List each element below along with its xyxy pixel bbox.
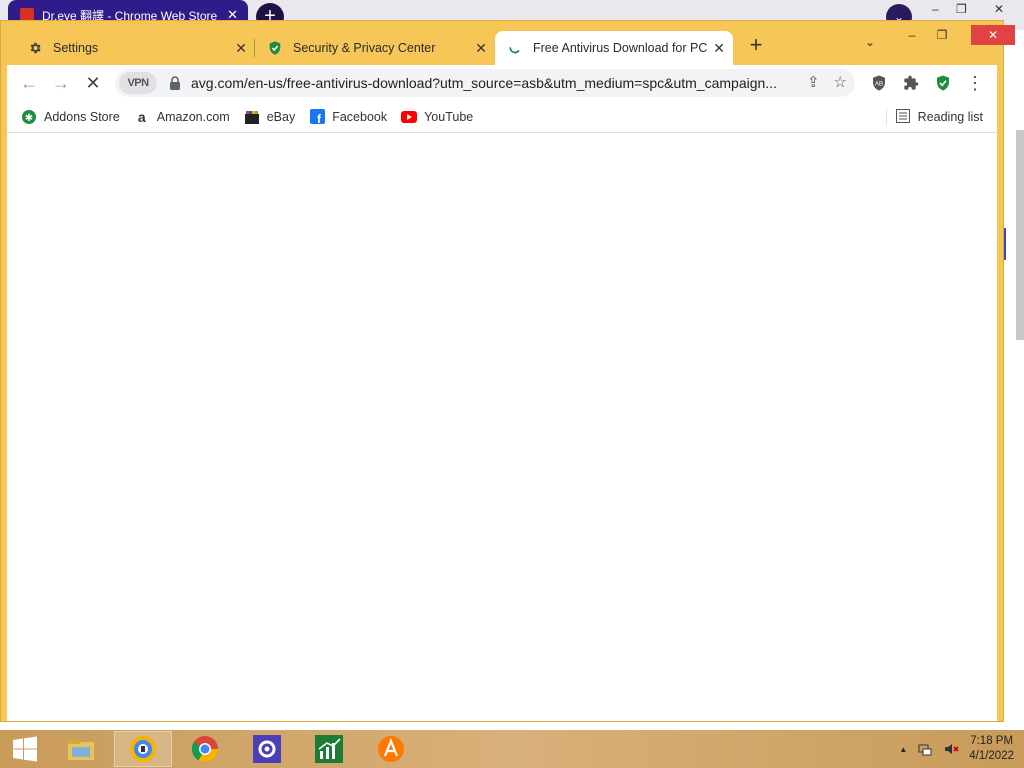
adblock-extension-icon[interactable]: AB [869, 73, 889, 93]
addons-store-icon: ✱ [21, 109, 37, 125]
facebook-icon: f [309, 109, 325, 125]
start-button[interactable] [0, 731, 50, 767]
bookmark-youtube[interactable]: YouTube [401, 109, 473, 125]
network-icon[interactable] [917, 741, 933, 757]
share-icon[interactable]: ⇪ [807, 73, 820, 91]
chrome-icon [191, 736, 219, 763]
tab-close-icon[interactable]: ✕ [713, 40, 725, 57]
window-controls: – ❐ ✕ [897, 25, 1015, 45]
folder-icon [68, 739, 94, 760]
tabstrip: Settings ✕ Security & Privacy Center ✕ F… [1, 21, 1015, 65]
ebay-icon [244, 109, 260, 125]
background-minimize-button[interactable]: – [932, 2, 939, 16]
avast-taskbar-button[interactable] [362, 731, 420, 767]
tab-close-icon[interactable]: ✕ [475, 40, 487, 57]
shield-check-icon [267, 40, 283, 56]
clock-time: 7:18 PM [970, 735, 1014, 747]
stocks-taskbar-button[interactable] [300, 731, 358, 767]
loading-spinner-icon [507, 40, 523, 56]
background-close-button[interactable]: ✕ [994, 2, 1004, 16]
tab-close-icon[interactable]: ✕ [235, 40, 247, 57]
bookmark-label: Facebook [332, 109, 388, 124]
gear-icon [27, 40, 43, 56]
tab-title: Settings [53, 41, 99, 55]
back-button[interactable]: ← [13, 67, 45, 99]
chrome-window: Settings ✕ Security & Privacy Center ✕ F… [0, 20, 1015, 722]
bookmark-facebook[interactable]: f Facebook [309, 109, 387, 125]
tab-title: Free Antivirus Download for PC | [533, 41, 711, 55]
settings-taskbar-button[interactable] [238, 731, 296, 767]
chart-app-icon [315, 735, 343, 763]
svg-text:✱: ✱ [25, 113, 33, 124]
close-button[interactable]: ✕ [971, 25, 1015, 45]
reading-list-button[interactable]: Reading list [885, 101, 983, 133]
windows-logo-icon [13, 736, 37, 762]
bookmark-addons-store[interactable]: ✱ Addons Store [21, 109, 120, 125]
address-bar[interactable]: VPN avg.com/en-us/free-antivirus-downloa… [115, 69, 855, 97]
background-scrollbar[interactable] [1016, 130, 1024, 340]
amazon-icon: a [137, 108, 146, 125]
tab-title: Security & Privacy Center [293, 41, 436, 55]
tab-search-button[interactable]: ⌄ [865, 35, 875, 49]
reading-list-label: Reading list [917, 110, 983, 124]
secure-browser-icon [130, 736, 156, 762]
tab-settings[interactable]: Settings ✕ [15, 31, 255, 65]
clock-date: 4/1/2022 [969, 750, 1014, 762]
forward-button[interactable]: → [45, 67, 77, 99]
page-content [7, 133, 997, 721]
chrome-taskbar-button[interactable] [176, 731, 234, 767]
restore-button[interactable]: ❐ [927, 25, 957, 45]
bookmarks-bar: ✱ Addons Store a Amazon.com eBay f Faceb… [7, 101, 997, 133]
reading-list-icon [895, 108, 910, 126]
url-text[interactable]: avg.com/en-us/free-antivirus-download?ut… [191, 75, 791, 91]
svg-text:AB: AB [875, 81, 883, 87]
bookmark-star-icon[interactable]: ☆ [834, 73, 847, 91]
vpn-button[interactable]: VPN [119, 72, 157, 94]
omnibox-actions: ⇪ ☆ [807, 73, 847, 91]
minimize-button[interactable]: – [897, 25, 927, 45]
tab-security-privacy-center[interactable]: Security & Privacy Center ✕ [255, 31, 495, 65]
volume-muted-icon[interactable] [943, 741, 959, 757]
stop-loading-button[interactable]: ✕ [77, 67, 109, 99]
youtube-icon [401, 109, 418, 125]
toolbar: ← → ✕ VPN avg.com/en-us/free-antivirus-d… [7, 65, 997, 101]
system-tray: ▲ 7:18 PM 4/1/2022 [899, 730, 1014, 768]
file-explorer-button[interactable] [52, 731, 110, 767]
clock[interactable]: 7:18 PM 4/1/2022 [969, 734, 1014, 764]
background-restore-button[interactable]: ❐ [956, 2, 967, 16]
lock-icon[interactable] [169, 76, 181, 90]
new-tab-button[interactable]: + [743, 33, 769, 59]
puzzle-extensions-icon[interactable] [901, 73, 921, 93]
tab-free-antivirus[interactable]: Free Antivirus Download for PC | ✕ [495, 31, 733, 65]
security-shield-extension-icon[interactable] [933, 73, 953, 93]
settings-gear-icon [253, 735, 281, 763]
bookmark-label: eBay [266, 109, 296, 124]
avast-icon [378, 736, 404, 762]
bookmark-label: YouTube [424, 109, 474, 124]
avg-browser-taskbar-button[interactable] [114, 731, 172, 767]
chrome-menu-button[interactable]: ⋮ [965, 73, 985, 93]
bookmark-label: Addons Store [44, 109, 120, 124]
show-hidden-icons-button[interactable]: ▲ [899, 745, 907, 754]
bookmark-label: Amazon.com [156, 109, 230, 124]
taskbar: ▲ 7:18 PM 4/1/2022 [0, 730, 1024, 768]
bookmark-ebay[interactable]: eBay [244, 109, 296, 125]
bookmark-amazon[interactable]: a Amazon.com [134, 109, 230, 125]
